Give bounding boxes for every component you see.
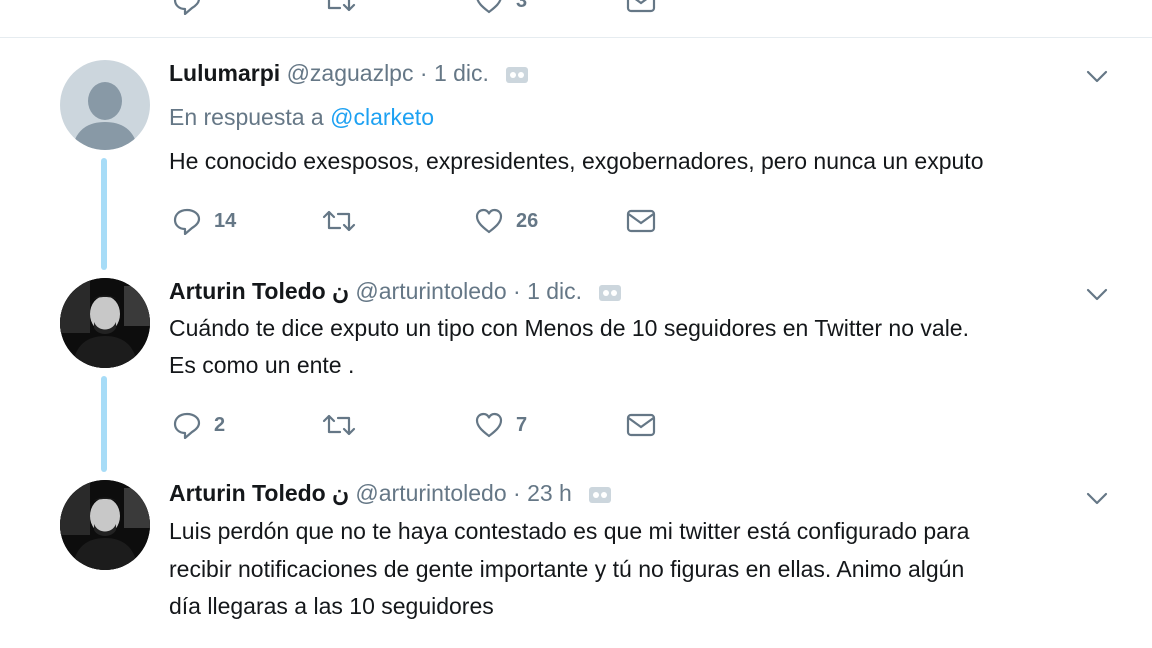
reply-icon	[173, 208, 201, 235]
prev-tweet-actions: 3	[172, 0, 692, 16]
chevron-down-icon	[1086, 492, 1108, 505]
envelope-icon	[626, 413, 656, 437]
avatar-arturin[interactable]	[60, 278, 150, 368]
prev-reply-action[interactable]	[172, 0, 202, 16]
reply-count: 2	[214, 413, 226, 436]
tweet-actions: 14 26	[172, 206, 692, 236]
retweet-action[interactable]	[322, 206, 356, 236]
prev-like-count: 3	[516, 0, 528, 12]
tweet-header: Arturin Toledo ن @arturintoledo · 1 dic.	[169, 276, 622, 306]
chevron-down-icon	[1086, 70, 1108, 83]
envelope-icon	[626, 0, 656, 13]
like-count: 7	[516, 413, 528, 436]
reply-icon	[173, 0, 201, 15]
tweet-text: He conocido exesposos, expresidentes, ex…	[169, 148, 984, 174]
reply-action[interactable]: 2	[172, 410, 225, 440]
timestamp[interactable]: 1 dic.	[527, 278, 582, 304]
more-options-button[interactable]	[1085, 282, 1109, 306]
reply-mention-link[interactable]: @clarketo	[330, 104, 434, 130]
tweet-header: Lulumarpi @zaguazlpc · 1 dic.	[169, 58, 529, 88]
heart-icon	[475, 208, 503, 234]
prev-retweet-action[interactable]	[322, 0, 356, 16]
tweet-text-line: día llegaras a las 10 seguidores	[169, 593, 494, 619]
retweet-icon	[322, 414, 356, 436]
tweet-text-line: recibir notificaciones de gente importan…	[169, 556, 965, 582]
reply-action[interactable]: 14	[172, 206, 236, 236]
profile-photo	[60, 480, 150, 570]
prev-dm-action[interactable]	[626, 0, 656, 16]
reply-count: 14	[214, 209, 237, 232]
thread-line	[101, 376, 107, 472]
separator-dot: ·	[513, 278, 521, 304]
thread-line	[101, 158, 107, 270]
timestamp[interactable]: 1 dic.	[434, 60, 489, 86]
name-glyph: ن	[332, 278, 350, 304]
tweet-text-line: Luis perdón que no te haya contestado es…	[169, 518, 970, 544]
separator-dot: ·	[419, 60, 428, 86]
user-handle[interactable]: @zaguazlpc	[287, 60, 414, 86]
translate-icon	[589, 486, 612, 503]
user-handle[interactable]: @arturintoledo	[355, 278, 506, 304]
tweet-text-line: Cuándo te dice exputo un tipo con Menos …	[169, 315, 969, 341]
reply-prefix: En respuesta a	[169, 104, 324, 130]
translate-icon	[506, 66, 529, 83]
separator-dot: ·	[513, 480, 521, 506]
envelope-icon	[626, 209, 656, 233]
avatar-arturin[interactable]	[60, 480, 150, 570]
avatar-lulumarpi[interactable]	[60, 60, 150, 150]
tweet-actions: 2 7	[172, 410, 692, 440]
like-count: 26	[516, 209, 539, 232]
more-options-button[interactable]	[1085, 64, 1109, 88]
chevron-down-icon	[1086, 288, 1108, 301]
retweet-action[interactable]	[322, 410, 356, 440]
profile-photo	[60, 278, 150, 368]
name-glyph: ن	[332, 480, 350, 506]
default-avatar-icon	[72, 82, 138, 150]
like-action[interactable]: 26	[474, 206, 538, 236]
display-name[interactable]: Lulumarpi	[169, 60, 280, 86]
user-handle[interactable]: @arturintoledo	[355, 480, 506, 506]
tweet-text-line: Es como un ente .	[169, 352, 355, 378]
reply-icon	[173, 412, 201, 439]
tweet-header: Arturin Toledo ن @arturintoledo · 23 h	[169, 478, 612, 508]
retweet-icon	[327, 0, 356, 12]
retweet-icon	[322, 210, 356, 232]
display-name[interactable]: Arturin Toledo	[169, 278, 326, 304]
more-options-button[interactable]	[1085, 486, 1109, 510]
timestamp[interactable]: 23 h	[527, 480, 572, 506]
reply-context: En respuesta a @clarketo	[169, 102, 434, 132]
heart-icon	[476, 0, 502, 14]
translate-icon	[599, 284, 622, 301]
like-action[interactable]: 7	[474, 410, 527, 440]
display-name[interactable]: Arturin Toledo	[169, 480, 326, 506]
heart-icon	[475, 412, 503, 438]
dm-action[interactable]	[626, 410, 656, 440]
prev-like-action[interactable]: 3	[474, 0, 527, 16]
dm-action[interactable]	[626, 206, 656, 236]
